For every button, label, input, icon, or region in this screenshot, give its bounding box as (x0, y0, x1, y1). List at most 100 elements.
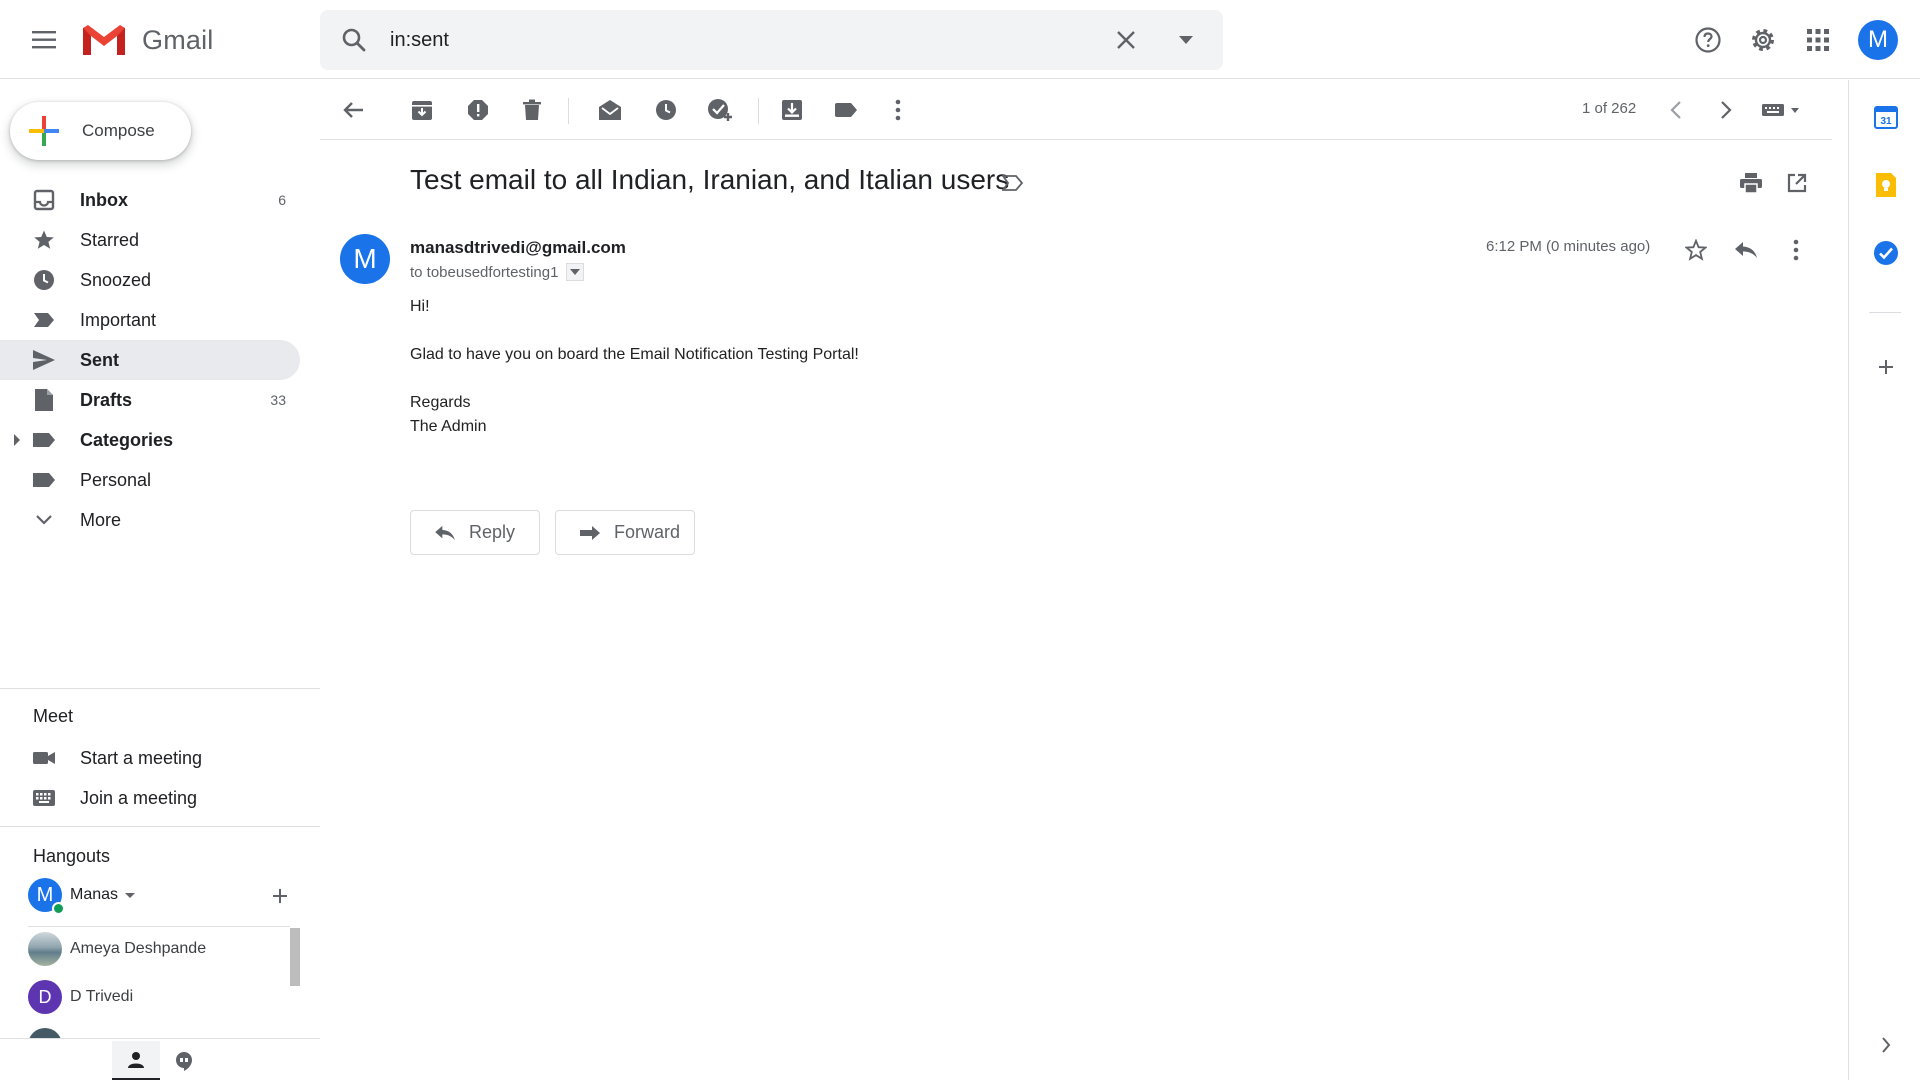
settings-button[interactable] (1741, 18, 1785, 62)
folder-nav: Inbox 6 Starred Snoozed Important Sent D… (0, 180, 300, 540)
nav-label: Important (80, 309, 157, 330)
search-icon (342, 28, 366, 52)
nav-label: Starred (80, 229, 140, 250)
add-to-tasks-button[interactable] (704, 94, 736, 126)
nav-label: More (80, 509, 122, 530)
nav-inbox[interactable]: Inbox 6 (0, 180, 300, 220)
contact-name: Ameya Deshpande (70, 940, 207, 957)
search-input[interactable] (390, 22, 1090, 58)
nav-starred[interactable]: Starred (0, 220, 300, 260)
meet-divider (0, 688, 320, 689)
gmail-logo[interactable]: Gmail (80, 20, 214, 60)
nav-label: Snoozed (80, 269, 152, 290)
get-addons-button[interactable] (1871, 352, 1901, 382)
inbox-icon (32, 188, 56, 212)
more-actions-button[interactable] (882, 94, 914, 126)
contact-item-partial[interactable] (28, 1026, 288, 1038)
contact-name: D Trivedi (70, 988, 134, 1005)
star-message-button[interactable] (1680, 234, 1712, 266)
label-icon (32, 468, 56, 492)
move-to-button[interactable] (776, 94, 808, 126)
unread-count: 6 (278, 192, 286, 208)
hangouts-user[interactable]: M Manas (28, 878, 298, 918)
clear-search-button[interactable] (1110, 24, 1142, 56)
tasks-icon (1874, 241, 1898, 265)
compose-button[interactable]: Compose (10, 102, 191, 160)
snooze-button[interactable] (650, 94, 682, 126)
nav-sent[interactable]: Sent (0, 340, 300, 380)
hide-side-panel-button[interactable] (1871, 1030, 1901, 1060)
back-button[interactable] (338, 94, 370, 126)
archive-button[interactable] (406, 94, 438, 126)
delete-button[interactable] (516, 94, 548, 126)
new-conversation-button[interactable] (268, 884, 292, 908)
nav-personal[interactable]: Personal (0, 460, 300, 500)
message-toolbar: 1 of 262 (320, 80, 1832, 140)
account-avatar[interactable]: M (1858, 20, 1898, 60)
main-menu-button[interactable] (24, 22, 66, 58)
forward-label: Forward (614, 522, 681, 542)
sender-email[interactable]: manasdtrivedi@gmail.com (410, 238, 626, 258)
sender-avatar[interactable]: M (340, 234, 390, 284)
reply-message-button[interactable] (1730, 234, 1762, 266)
join-meeting-label: Join a meeting (80, 788, 198, 808)
keep-icon (1876, 173, 1896, 197)
search-options-button[interactable] (1170, 24, 1202, 56)
nav-label: Categories (80, 429, 174, 450)
print-all-button[interactable] (1736, 168, 1766, 198)
search-button[interactable] (338, 24, 370, 56)
chevron-right-icon (1721, 101, 1732, 119)
show-details-button[interactable] (566, 263, 585, 281)
hangouts-scrollbar[interactable] (290, 928, 300, 986)
nav-categories[interactable]: Categories (0, 420, 300, 460)
tasks-app-button[interactable] (1871, 238, 1901, 268)
keep-app-button[interactable] (1871, 170, 1901, 200)
google-apps-button[interactable] (1796, 18, 1840, 62)
mark-unread-button[interactable] (594, 94, 626, 126)
pagination-text: 1 of 262 (1582, 100, 1637, 117)
join-meeting-item[interactable]: Join a meeting (0, 778, 300, 818)
open-in-new-window-button[interactable] (1782, 168, 1812, 198)
reply-button[interactable]: Reply (410, 510, 540, 555)
star-icon (32, 228, 56, 252)
contact-photo-avatar (28, 932, 62, 966)
tab-contacts[interactable] (112, 1041, 160, 1080)
contact-item[interactable]: Ameya Deshpande (28, 930, 288, 970)
caret-down-icon (125, 893, 135, 898)
label-icon (835, 103, 857, 117)
keyboard-icon (32, 786, 56, 810)
meet-title: Meet (33, 706, 74, 726)
nav-label: Sent (80, 349, 120, 370)
rail-divider (1869, 312, 1901, 313)
message-more-button[interactable] (1780, 234, 1812, 266)
move-to-icon (782, 100, 802, 120)
plus-icon (1879, 360, 1893, 374)
important-marker-icon[interactable] (1000, 170, 1026, 196)
hamburger-icon (32, 31, 56, 49)
tab-hangouts-chat[interactable] (160, 1041, 208, 1080)
start-meeting-item[interactable]: Start a meeting (0, 738, 300, 778)
email-subject: Test email to all Indian, Iranian, and I… (410, 164, 1010, 195)
calendar-app-button[interactable]: 31 (1871, 102, 1901, 132)
gmail-m-icon (83, 25, 125, 55)
newer-button[interactable] (1660, 94, 1692, 126)
forward-button[interactable]: Forward (555, 510, 695, 555)
nav-snoozed[interactable]: Snoozed (0, 260, 300, 300)
clock-icon (656, 100, 676, 120)
nav-more[interactable]: More (0, 500, 300, 540)
nav-important[interactable]: Important (0, 300, 300, 340)
recipient-text: to tobeusedfortesting1 (410, 263, 559, 281)
contact-item[interactable]: D D Trivedi (28, 978, 288, 1018)
labels-button[interactable] (830, 94, 862, 126)
calendar-icon: 31 (1874, 106, 1898, 129)
older-button[interactable] (1710, 94, 1742, 126)
nav-drafts[interactable]: Drafts 33 (0, 380, 300, 420)
expand-caret-icon[interactable] (14, 434, 20, 446)
search-bar (320, 10, 1223, 70)
support-button[interactable] (1686, 18, 1730, 62)
email-body-line: Glad to have you on board the Email Noti… (410, 346, 859, 363)
mark-unread-icon (599, 100, 621, 120)
input-tools-button[interactable] (1756, 94, 1808, 126)
report-spam-button[interactable] (462, 94, 494, 126)
online-status-dot (52, 902, 65, 915)
